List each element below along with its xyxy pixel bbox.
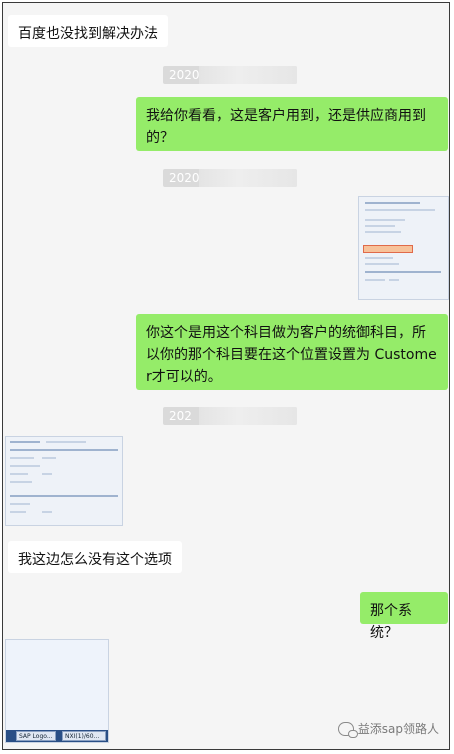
timestamp-text: 2020 [169,171,200,185]
message-bubble-outgoing[interactable]: 那个系统？ [360,592,448,641]
timestamp-text: 2020 [169,68,200,82]
timestamp-divider: 2020 [163,66,297,84]
chat-window: 百度也没找到解决办法 2020 我给你看看，这是客户用到，还是供应商用到的？ 2… [2,2,450,750]
timestamp-divider: 2020 [163,169,297,187]
taskbar-button: SAP Logo... [16,731,56,741]
screenshot-image[interactable] [5,436,123,526]
screenshot-image[interactable] [358,196,449,300]
screenshot-image[interactable]: SAP Logo... NXI(1)/60... [5,639,109,743]
message-bubble-outgoing[interactable]: 我给你看看，这是客户用到，还是供应商用到的？ [136,97,448,151]
message-bubble-incoming[interactable]: 百度也没找到解决办法 [8,15,168,47]
redaction-blur [199,66,297,84]
taskbar-button: NXI(1)/60... [62,731,106,741]
message-bubble-outgoing[interactable]: 你这个是用这个科目做为客户的统御科目，所以你的那个科目要在这个位置设置为 Cus… [136,314,448,390]
taskbar: SAP Logo... NXI(1)/60... [6,730,108,742]
timestamp-divider: 202 [163,407,297,425]
message-bubble-incoming[interactable]: 我这边怎么没有这个选项 [8,541,182,573]
timestamp-text: 202 [169,409,192,423]
highlight-box [363,245,413,253]
watermark: 益添sap领路人 [337,720,439,738]
redaction-blur [199,169,297,187]
wechat-icon [337,721,358,738]
redaction-blur [199,407,297,425]
watermark-text: 益添sap领路人 [357,722,439,736]
